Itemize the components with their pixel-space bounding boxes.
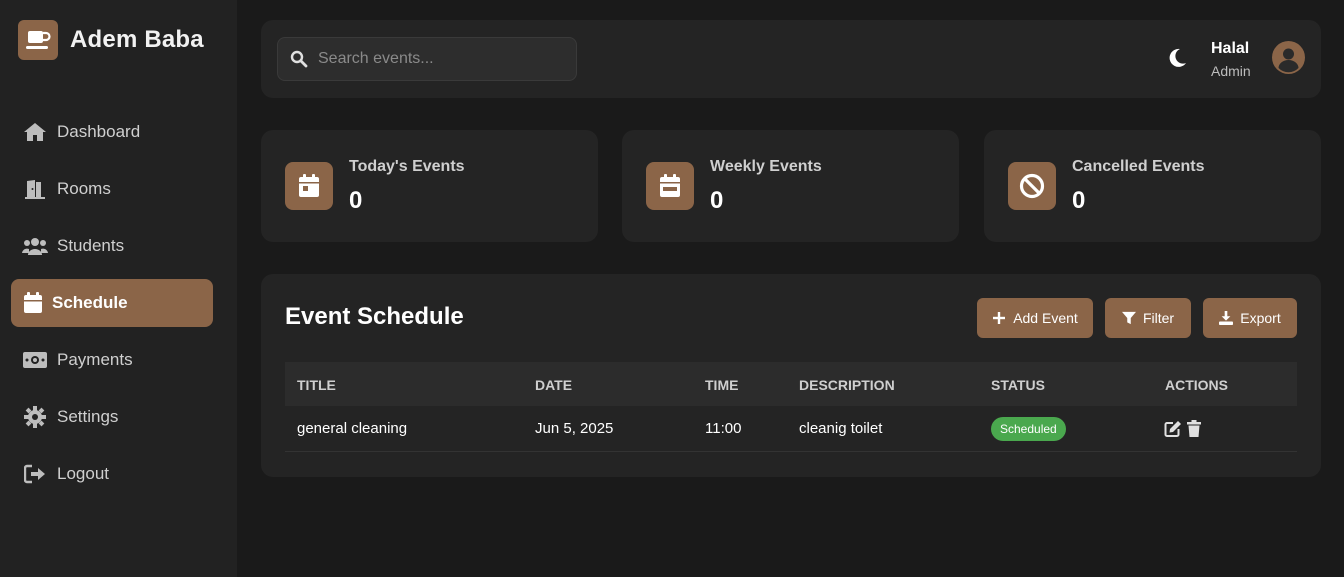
stat-value: 0 <box>349 187 363 214</box>
search-input[interactable] <box>318 50 558 68</box>
moon-icon[interactable] <box>1166 47 1188 69</box>
event-description: cleanig toilet <box>799 420 883 437</box>
stat-title: Today's Events <box>349 158 465 175</box>
export-button[interactable]: Export <box>1203 298 1297 338</box>
plus-icon <box>992 311 1006 325</box>
sidebar-item-label: Logout <box>57 464 109 483</box>
calendar-icon <box>20 292 46 314</box>
table-header: TITLE DATE TIME DESCRIPTION STATUS ACTIO… <box>285 362 1297 406</box>
calendar-week-icon <box>646 162 694 210</box>
event-time: 11:00 <box>705 420 742 437</box>
brand-name: Adem Baba <box>70 26 204 53</box>
column-header-time[interactable]: TIME <box>705 377 738 393</box>
stat-title: Weekly Events <box>710 158 822 175</box>
export-label: Export <box>1240 310 1281 326</box>
money-icon <box>22 349 48 371</box>
stat-card-weekly: Weekly Events 0 <box>622 130 959 242</box>
coffee-cup-icon <box>18 20 58 60</box>
filter-icon <box>1121 311 1136 325</box>
brand[interactable]: Adem Baba <box>18 20 204 60</box>
sidebar-item-payments[interactable]: Payments <box>11 336 213 384</box>
stat-title: Cancelled Events <box>1072 158 1205 175</box>
table-row[interactable]: general cleaning Jun 5, 2025 11:00 clean… <box>285 406 1297 452</box>
sidebar-item-label: Rooms <box>57 179 111 198</box>
edit-icon[interactable] <box>1164 420 1182 438</box>
sidebar-item-settings[interactable]: Settings <box>11 393 213 441</box>
users-icon <box>22 235 48 257</box>
user-info: Halal Admin <box>1211 40 1251 79</box>
column-header-title[interactable]: TITLE <box>297 377 336 393</box>
sidebar-item-students[interactable]: Students <box>11 222 213 270</box>
avatar[interactable] <box>1272 41 1305 74</box>
door-icon <box>22 178 48 200</box>
sidebar-item-label: Settings <box>57 407 119 426</box>
stat-value: 0 <box>710 187 724 214</box>
event-schedule-panel: Event Schedule Add Event Filter Export T… <box>261 274 1321 477</box>
calendar-day-icon <box>285 162 333 210</box>
user-name: Halal <box>1211 40 1250 57</box>
sidebar-item-rooms[interactable]: Rooms <box>11 165 213 213</box>
sidebar-item-label: Dashboard <box>57 122 141 141</box>
event-title: general cleaning <box>297 420 408 437</box>
top-header: Halal Admin <box>261 20 1321 98</box>
column-header-date[interactable]: DATE <box>535 377 572 393</box>
sidebar-item-schedule[interactable]: Schedule <box>11 279 213 327</box>
filter-button[interactable]: Filter <box>1105 298 1191 338</box>
ban-icon <box>1008 162 1056 210</box>
download-icon <box>1219 311 1234 325</box>
sidebar-item-label: Schedule <box>52 293 128 312</box>
user-role: Admin <box>1211 63 1251 79</box>
sidebar-item-dashboard[interactable]: Dashboard <box>11 108 213 156</box>
sidebar-item-label: Payments <box>57 350 133 369</box>
logout-icon <box>22 463 48 485</box>
status-badge: Scheduled <box>991 417 1066 441</box>
search-bar[interactable] <box>277 37 577 81</box>
gear-icon <box>22 406 48 428</box>
column-header-actions: ACTIONS <box>1165 377 1228 393</box>
column-header-description[interactable]: DESCRIPTION <box>799 377 895 393</box>
home-icon <box>22 121 48 143</box>
add-event-label: Add Event <box>1013 310 1078 326</box>
stat-card-cancelled: Cancelled Events 0 <box>984 130 1321 242</box>
filter-label: Filter <box>1142 310 1175 326</box>
sidebar-item-logout[interactable]: Logout <box>11 450 213 498</box>
sidebar-item-label: Students <box>57 236 125 255</box>
search-icon <box>290 50 308 68</box>
stat-value: 0 <box>1072 187 1086 214</box>
column-header-status[interactable]: STATUS <box>991 377 1045 393</box>
section-title: Event Schedule <box>285 303 464 330</box>
sidebar: Adem Baba Dashboard Rooms Students Sched… <box>0 0 237 577</box>
stat-card-today: Today's Events 0 <box>261 130 598 242</box>
trash-icon[interactable] <box>1186 420 1204 438</box>
add-event-button[interactable]: Add Event <box>977 298 1093 338</box>
event-date: Jun 5, 2025 <box>535 420 614 437</box>
